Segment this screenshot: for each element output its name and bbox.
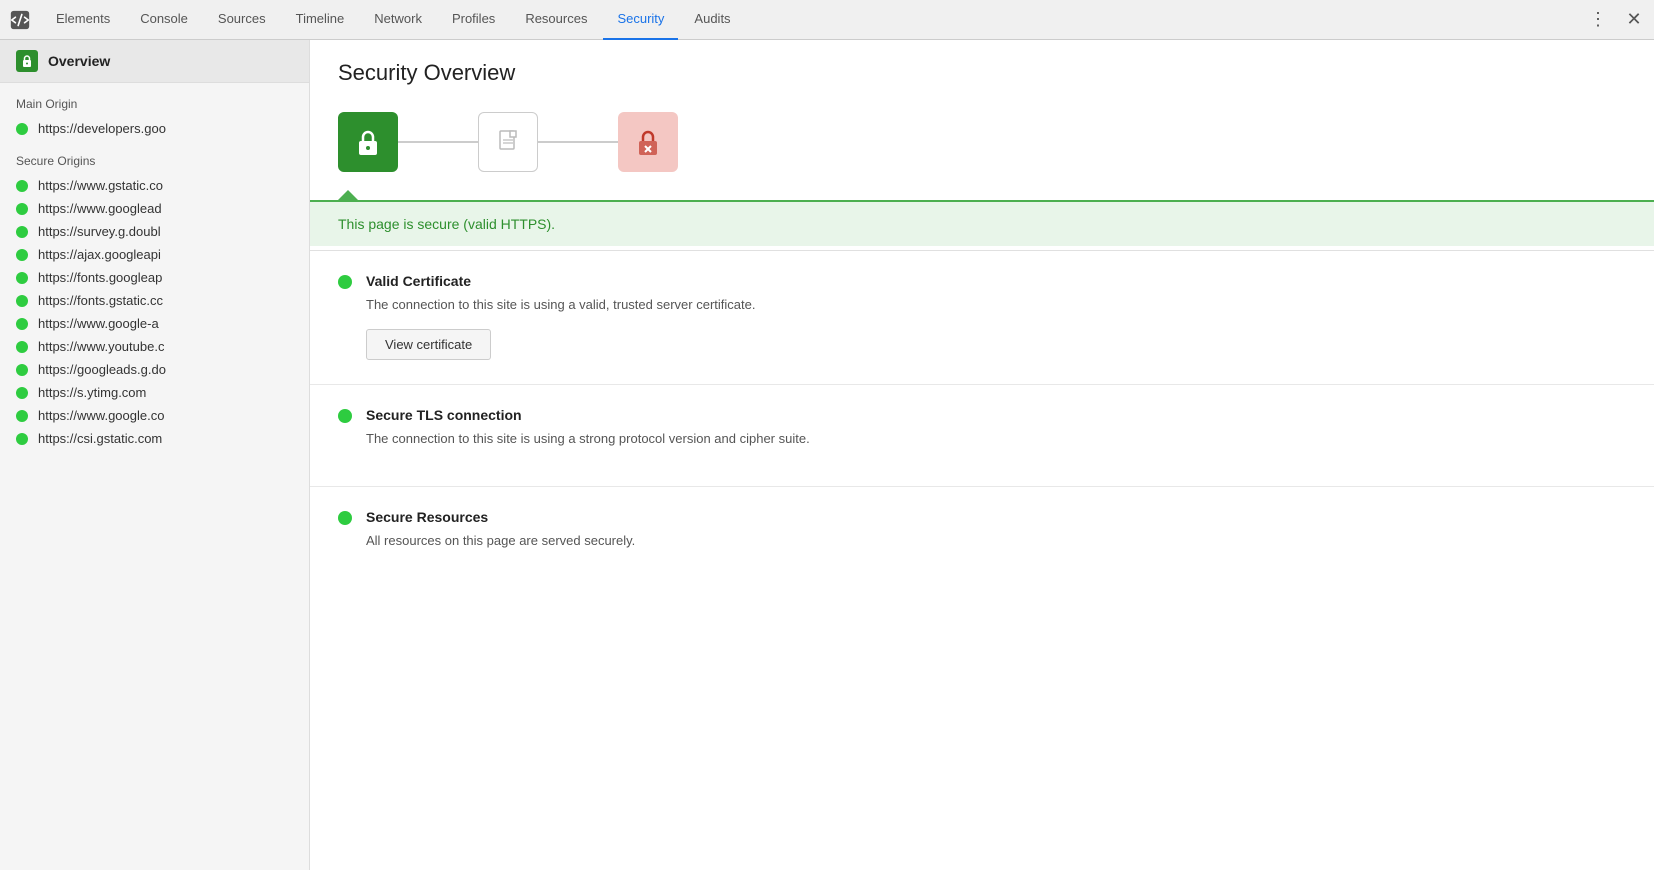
secure-origins-title: Secure Origins xyxy=(0,140,309,174)
section-description: All resources on this page are served se… xyxy=(366,531,635,551)
overview-label: Overview xyxy=(48,53,110,69)
secure-origin-node xyxy=(338,112,398,172)
origin-text: https://fonts.gstatic.cc xyxy=(38,293,163,308)
origin-dot xyxy=(16,341,28,353)
pipeline-arrow xyxy=(310,190,1654,200)
sidebar: Overview Main Origin https://developers.… xyxy=(0,40,310,870)
page-title: Security Overview xyxy=(310,40,1654,102)
main-origin-title: Main Origin xyxy=(0,83,309,117)
origin-text: https://survey.g.doubl xyxy=(38,224,161,239)
section-title: Secure Resources xyxy=(366,509,635,525)
origin-dot xyxy=(16,180,28,192)
section-header: Secure TLS connection The connection to … xyxy=(338,407,1626,463)
lock-icon xyxy=(16,50,38,72)
origin-text: https://ajax.googleapi xyxy=(38,247,161,262)
list-item[interactable]: https://www.youtube.c xyxy=(0,335,309,358)
origin-dot xyxy=(16,226,28,238)
origin-text: https://fonts.googleap xyxy=(38,270,162,285)
devtools-logo xyxy=(6,6,34,34)
list-item[interactable]: https://www.gstatic.co xyxy=(0,174,309,197)
more-options-button[interactable]: ⋮ xyxy=(1584,6,1612,34)
origin-text: https://s.ytimg.com xyxy=(38,385,146,400)
section-content: Secure Resources All resources on this p… xyxy=(366,509,635,565)
main-layout: Overview Main Origin https://developers.… xyxy=(0,40,1654,870)
tab-timeline[interactable]: Timeline xyxy=(282,0,359,40)
origin-dot xyxy=(16,410,28,422)
tab-sources[interactable]: Sources xyxy=(204,0,280,40)
section-description: The connection to this site is using a v… xyxy=(366,295,755,315)
tab-elements[interactable]: Elements xyxy=(42,0,124,40)
security-status-bar: This page is secure (valid HTTPS). xyxy=(310,200,1654,246)
origin-text: https://www.googlead xyxy=(38,201,162,216)
tab-security[interactable]: Security xyxy=(603,0,678,40)
origin-text: https://www.gstatic.co xyxy=(38,178,163,193)
section-content: Valid Certificate The connection to this… xyxy=(366,273,755,360)
section-header: Valid Certificate The connection to this… xyxy=(338,273,1626,360)
origin-text: https://googleads.g.do xyxy=(38,362,166,377)
list-item[interactable]: https://survey.g.doubl xyxy=(0,220,309,243)
origin-text: https://csi.gstatic.com xyxy=(38,431,162,446)
section-header: Secure Resources All resources on this p… xyxy=(338,509,1626,565)
origin-dot xyxy=(16,318,28,330)
secure-resources-section: Secure Resources All resources on this p… xyxy=(310,487,1654,589)
tab-resources[interactable]: Resources xyxy=(511,0,601,40)
list-item[interactable]: https://csi.gstatic.com xyxy=(0,427,309,450)
resource-node xyxy=(478,112,538,172)
view-certificate-button[interactable]: View certificate xyxy=(366,329,491,360)
list-item[interactable]: https://fonts.googleap xyxy=(0,266,309,289)
valid-certificate-section: Valid Certificate The connection to this… xyxy=(310,251,1654,385)
origin-text: https://www.google-a xyxy=(38,316,159,331)
list-item[interactable]: https://fonts.gstatic.cc xyxy=(0,289,309,312)
tab-network[interactable]: Network xyxy=(360,0,436,40)
origin-dot xyxy=(16,433,28,445)
close-button[interactable]: ✕ xyxy=(1620,6,1648,34)
pipeline-diagram xyxy=(310,102,1654,190)
toolbar: Elements Console Sources Timeline Networ… xyxy=(0,0,1654,40)
status-text: This page is secure (valid HTTPS). xyxy=(338,216,555,232)
origin-dot xyxy=(16,272,28,284)
secure-tls-section: Secure TLS connection The connection to … xyxy=(310,385,1654,488)
content-area: Security Overview xyxy=(310,40,1654,870)
list-item[interactable]: https://s.ytimg.com xyxy=(0,381,309,404)
sidebar-overview[interactable]: Overview xyxy=(0,40,309,83)
pipeline-connector-1 xyxy=(398,141,478,143)
list-item[interactable]: https://www.google.co xyxy=(0,404,309,427)
tab-console[interactable]: Console xyxy=(126,0,202,40)
origin-dot xyxy=(16,249,28,261)
tab-audits[interactable]: Audits xyxy=(680,0,744,40)
section-status-dot xyxy=(338,275,352,289)
origin-dot xyxy=(16,123,28,135)
origin-dot xyxy=(16,364,28,376)
origin-dot xyxy=(16,387,28,399)
insecure-resource-node xyxy=(618,112,678,172)
security-pipeline xyxy=(310,102,1654,200)
list-item[interactable]: https://ajax.googleapi xyxy=(0,243,309,266)
tab-profiles[interactable]: Profiles xyxy=(438,0,509,40)
section-title: Secure TLS connection xyxy=(366,407,810,423)
section-status-dot xyxy=(338,409,352,423)
main-origin-item[interactable]: https://developers.goo xyxy=(0,117,309,140)
origin-dot xyxy=(16,295,28,307)
list-item[interactable]: https://googleads.g.do xyxy=(0,358,309,381)
pipeline-connector-2 xyxy=(538,141,618,143)
main-origin-text: https://developers.goo xyxy=(38,121,166,136)
list-item[interactable]: https://www.google-a xyxy=(0,312,309,335)
origin-dot xyxy=(16,203,28,215)
toolbar-actions: ⋮ ✕ xyxy=(1584,6,1648,34)
section-content: Secure TLS connection The connection to … xyxy=(366,407,810,463)
origin-text: https://www.youtube.c xyxy=(38,339,164,354)
section-description: The connection to this site is using a s… xyxy=(366,429,810,449)
section-title: Valid Certificate xyxy=(366,273,755,289)
origin-text: https://www.google.co xyxy=(38,408,164,423)
list-item[interactable]: https://www.googlead xyxy=(0,197,309,220)
section-status-dot xyxy=(338,511,352,525)
